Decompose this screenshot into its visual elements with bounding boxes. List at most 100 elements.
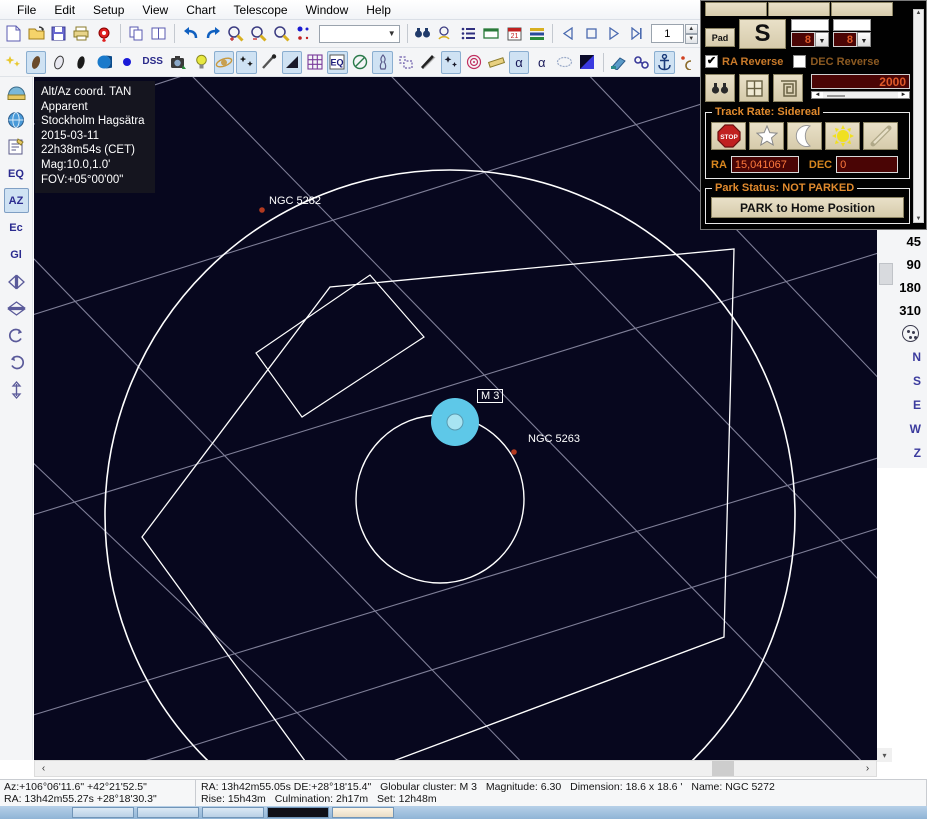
dec-speed-dropdown-icon[interactable]: ▼ [857,32,871,47]
chart-horizontal-scrollbar[interactable]: ‹ › [34,760,877,777]
constellation-stars-icon[interactable] [236,50,257,74]
flip-horizontal-icon[interactable] [4,269,29,294]
calendar-icon[interactable]: 21 [504,22,525,45]
alpha-cursor-icon[interactable]: α [531,51,552,74]
direction-east[interactable]: E [913,393,921,417]
telescope-connect-icon[interactable] [608,51,629,74]
nebula-sketch-icon[interactable] [554,51,575,74]
taskbar-item-2[interactable] [137,807,199,818]
star-sparkle-icon[interactable] [3,51,24,74]
globe-view-icon[interactable] [4,107,29,132]
stop-time-icon[interactable] [581,22,602,45]
azimuthal-coord-icon[interactable]: AZ [3,188,29,213]
spiral-search-icon[interactable] [773,74,803,102]
time-step-input[interactable]: 1 [651,24,684,43]
solar-rate-icon[interactable] [825,122,860,150]
slew-preset-1[interactable] [705,2,767,16]
epoch-slider-left-icon[interactable]: ◄ [812,92,823,98]
constellation-boundary-icon[interactable] [395,51,416,74]
zoom-out-icon[interactable] [248,22,269,45]
preferences-icon[interactable] [526,22,547,45]
pan-vertical-icon[interactable] [4,377,29,402]
rotate-cw-icon[interactable] [4,323,29,348]
anchor-icon[interactable] [653,50,675,74]
dec-reverse-checkbox[interactable]: DEC Reverse [793,55,879,68]
ecliptic-line-icon[interactable] [350,51,371,74]
galactic-coord-icon[interactable]: Gl [4,242,29,267]
split-window-icon[interactable] [148,22,169,45]
direction-west[interactable]: W [910,417,921,441]
constellation-figure-icon[interactable] [372,50,394,74]
ra-speed-dropdown-icon[interactable]: ▼ [815,32,829,47]
planet-icon[interactable] [94,51,115,74]
menu-window[interactable]: Window [297,1,358,19]
target-marker-icon[interactable] [94,22,115,45]
star-dot-icon[interactable] [117,51,138,74]
direction-south[interactable]: S [913,369,921,393]
sidereal-rate-icon[interactable] [749,122,784,150]
menu-help[interactable]: Help [357,1,400,19]
zoom-reset-icon[interactable] [271,22,292,45]
scroll-left-button[interactable]: ‹ [35,761,52,776]
find-object-icon[interactable] [413,22,434,45]
stop-tracking-icon[interactable]: STOP [711,122,746,150]
horizon-view-icon[interactable] [4,80,29,105]
star-field-icon[interactable] [902,325,919,342]
telescope-panel-scrollbar[interactable]: ▲ ▼ [913,9,924,223]
custom-rate-icon[interactable] [863,122,898,150]
coordinate-grid-icon[interactable] [304,51,325,74]
color-gradient-icon[interactable] [577,51,598,74]
undo-icon[interactable] [180,22,201,45]
save-icon[interactable] [49,22,70,45]
window-icon[interactable] [481,22,502,45]
chart-scroll-down-button[interactable]: ▾ [877,748,892,762]
equatorial-grid-icon[interactable]: EQ [327,50,348,74]
alpha-label-icon[interactable]: α [508,50,530,74]
object-list-icon[interactable] [458,22,479,45]
milky-way-icon[interactable] [281,50,303,74]
print-icon[interactable] [71,22,92,45]
measure-ruler-icon[interactable] [486,51,507,74]
park-to-home-button[interactable]: PARK to Home Position [711,197,904,218]
spinner-up-icon[interactable]: ▲ [684,24,698,34]
trail-line-icon[interactable] [418,51,439,74]
marker-icon[interactable] [440,50,462,74]
binoculars-icon[interactable] [705,74,735,102]
menu-chart[interactable]: Chart [177,1,224,19]
dec-rate-value[interactable]: 0 [836,156,899,173]
zoom-in-icon[interactable] [226,22,247,45]
epoch-slider-right-icon[interactable]: ► [898,92,909,98]
play-forward-icon[interactable] [604,22,625,45]
identify-object-icon[interactable] [435,22,456,45]
dark-nebula-icon[interactable] [71,51,92,74]
redo-icon[interactable] [203,22,224,45]
epoch-slider[interactable]: ◄ ► [811,91,910,99]
taskbar-item-1[interactable] [72,807,134,818]
flip-vertical-icon[interactable] [4,296,29,321]
taskbar-item-3[interactable] [202,807,264,818]
spinner-down-icon[interactable]: ▼ [684,34,698,44]
epoch-slider-thumb[interactable] [827,95,845,97]
edit-pencil-icon[interactable] [677,51,698,74]
notes-icon[interactable] [4,134,29,159]
tel-scroll-up-icon[interactable]: ▲ [916,10,922,16]
camera-icon[interactable] [168,51,189,74]
ecliptic-coord-icon[interactable]: Ec [4,215,29,240]
step-forward-icon[interactable] [626,22,647,45]
light-bulb-icon[interactable] [191,51,212,74]
menu-file[interactable]: File [8,1,45,19]
comet-icon[interactable] [259,51,280,74]
link-chain-icon[interactable] [631,51,652,74]
menu-edit[interactable]: Edit [45,1,84,19]
menu-view[interactable]: View [133,1,177,19]
new-chart-icon[interactable] [3,22,24,45]
ra-rate-value[interactable]: 15,041067 [730,156,799,173]
nebula-icon[interactable] [25,50,47,74]
galaxy-outline-icon[interactable] [48,51,69,74]
menu-setup[interactable]: Setup [84,1,133,19]
finder-circle-icon[interactable] [463,51,484,74]
taskbar-item-5[interactable] [332,807,394,818]
grid-field-icon[interactable] [739,74,769,102]
solar-system-icon[interactable] [213,50,235,74]
slew-button[interactable]: S [739,19,786,49]
